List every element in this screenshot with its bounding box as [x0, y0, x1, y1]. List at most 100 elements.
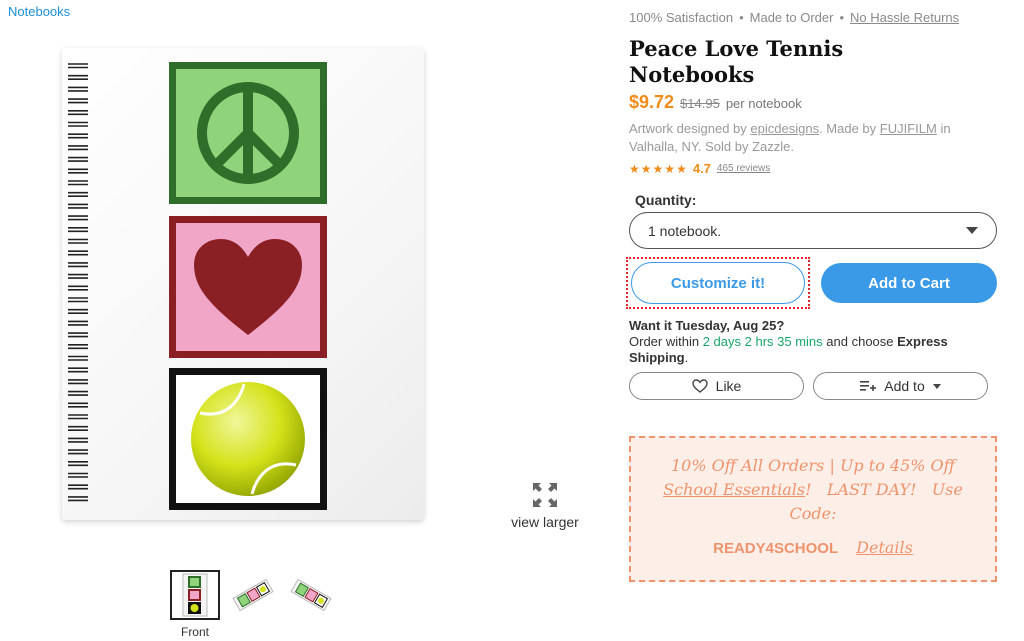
spiral-ring — [68, 273, 88, 279]
spiral-ring — [68, 320, 88, 326]
view-larger-button[interactable]: view larger — [505, 482, 585, 532]
thumbnail-angle-2[interactable] — [286, 570, 336, 620]
peace-square — [169, 62, 327, 204]
spiral-ring — [68, 425, 88, 431]
expand-icon — [533, 483, 557, 507]
add-to-list-icon — [860, 381, 877, 391]
promo-details-link[interactable]: Details — [856, 538, 913, 557]
spiral-ring — [68, 344, 88, 350]
spiral-ring — [68, 63, 88, 69]
caret-down-icon — [932, 383, 941, 389]
spiral-ring — [68, 110, 88, 116]
quantity-select[interactable]: 1 notebook. — [629, 212, 997, 249]
spiral-ring — [68, 250, 88, 256]
thumbnail-front-label: Front — [180, 625, 209, 639]
star-icon: ★ — [629, 161, 640, 176]
current-price: $9.72 — [629, 92, 675, 112]
spiral-ring — [68, 86, 88, 92]
spiral-ring — [68, 484, 88, 490]
thumbnail-angle-2-image — [290, 578, 332, 612]
product-image[interactable] — [62, 48, 424, 520]
like-button[interactable]: Like — [629, 372, 804, 400]
promo-text: 10% Off All Orders | Up to 45% Off Schoo… — [645, 454, 981, 526]
spiral-ring — [68, 98, 88, 104]
spiral-ring — [68, 308, 88, 314]
star-icon: ★ — [676, 161, 687, 176]
add-to-label: Add to — [884, 378, 925, 394]
thumbnail-angle-1[interactable] — [228, 570, 278, 620]
customize-focus-outline: Customize it! — [626, 257, 810, 309]
spiral-ring — [68, 437, 88, 443]
guarantee-returns-link[interactable]: No Hassle Returns — [850, 10, 959, 25]
spiral-binding — [68, 63, 88, 502]
spiral-ring — [68, 496, 88, 502]
view-larger-label: view larger — [511, 514, 579, 530]
credits-made-by: . Made by — [819, 121, 877, 136]
spiral-ring — [68, 215, 88, 221]
reviews-link[interactable]: 465 reviews — [717, 163, 770, 174]
spiral-ring — [68, 449, 88, 455]
spiral-ring — [68, 168, 88, 174]
product-credits: Artwork designed by epicdesigns. Made by… — [629, 120, 1001, 156]
spiral-ring — [68, 461, 88, 467]
spiral-ring — [68, 121, 88, 127]
like-label: Like — [715, 378, 742, 394]
customize-button[interactable]: Customize it! — [631, 262, 805, 304]
credits-prefix: Artwork designed by — [629, 121, 747, 136]
spiral-ring — [68, 390, 88, 396]
delivery-estimate: Want it Tuesday, Aug 25? Order within 2 … — [629, 318, 1001, 366]
delivery-end: . — [684, 350, 689, 365]
spiral-ring — [68, 227, 88, 233]
price-unit: per notebook — [725, 96, 802, 111]
spiral-ring — [68, 367, 88, 373]
original-price: $14.95 — [680, 96, 720, 111]
guarantee-satisfaction: 100% Satisfaction — [629, 10, 734, 25]
promo-code-row: READY4SCHOOL Details — [645, 538, 981, 557]
spiral-ring — [68, 379, 88, 385]
spiral-ring — [68, 156, 88, 162]
spiral-ring — [68, 145, 88, 151]
quantity-selected: 1 notebook. — [648, 222, 722, 239]
rating: ★ ★ ★ ★ ★ 4.7 465 reviews — [629, 161, 770, 176]
delivery-countdown: 2 days 2 hrs 35 mins — [702, 334, 823, 349]
spiral-ring — [68, 180, 88, 186]
thumbnail-angle-1-image — [232, 578, 274, 612]
add-to-cart-button[interactable]: Add to Cart — [821, 263, 997, 303]
guarantee-made-to-order: Made to Order — [749, 10, 834, 25]
designer-link[interactable]: epicdesigns — [750, 121, 819, 136]
delivery-headline: Want it Tuesday, Aug 25? — [629, 318, 785, 333]
spiral-ring — [68, 238, 88, 244]
spiral-ring — [68, 332, 88, 338]
breadcrumb[interactable]: Notebooks — [8, 4, 70, 19]
promo-code: READY4SCHOOL — [713, 540, 839, 557]
heart-icon — [194, 239, 302, 335]
promo-banner: 10% Off All Orders | Up to 45% Off Schoo… — [629, 436, 997, 582]
heart-outline-icon — [691, 379, 708, 393]
guarantees: 100% Satisfaction • Made to Order • No Hassl… — [629, 10, 960, 25]
spiral-ring — [68, 203, 88, 209]
title-line-1: Peace Love Tennis — [629, 36, 844, 61]
page-title: Peace Love Tennis Notebooks — [629, 36, 843, 88]
heart-square — [169, 216, 327, 358]
thumbnail-front-image — [182, 573, 208, 617]
rating-value: 4.7 — [692, 161, 711, 176]
maker-link[interactable]: FUJIFILM — [880, 121, 937, 136]
thumbnail-front[interactable] — [170, 570, 220, 620]
star-icon: ★ — [664, 161, 676, 176]
spiral-ring — [68, 297, 88, 303]
add-to-button[interactable]: Add to — [813, 372, 988, 400]
star-icon: ★ — [652, 161, 664, 176]
spiral-ring — [68, 74, 88, 80]
delivery-middle: and choose — [826, 334, 894, 349]
title-line-2: Notebooks — [629, 62, 755, 87]
spiral-ring — [68, 402, 88, 408]
promo-link[interactable]: School Essentials — [663, 480, 805, 499]
spiral-ring — [68, 285, 88, 291]
spiral-ring — [68, 472, 88, 478]
peace-icon — [197, 82, 299, 184]
quantity-label: Quantity: — [635, 192, 697, 208]
thumbnail-strip — [170, 570, 336, 620]
tennis-ball-icon — [191, 382, 305, 496]
tennis-ball-square — [169, 368, 327, 510]
spiral-ring — [68, 191, 88, 197]
